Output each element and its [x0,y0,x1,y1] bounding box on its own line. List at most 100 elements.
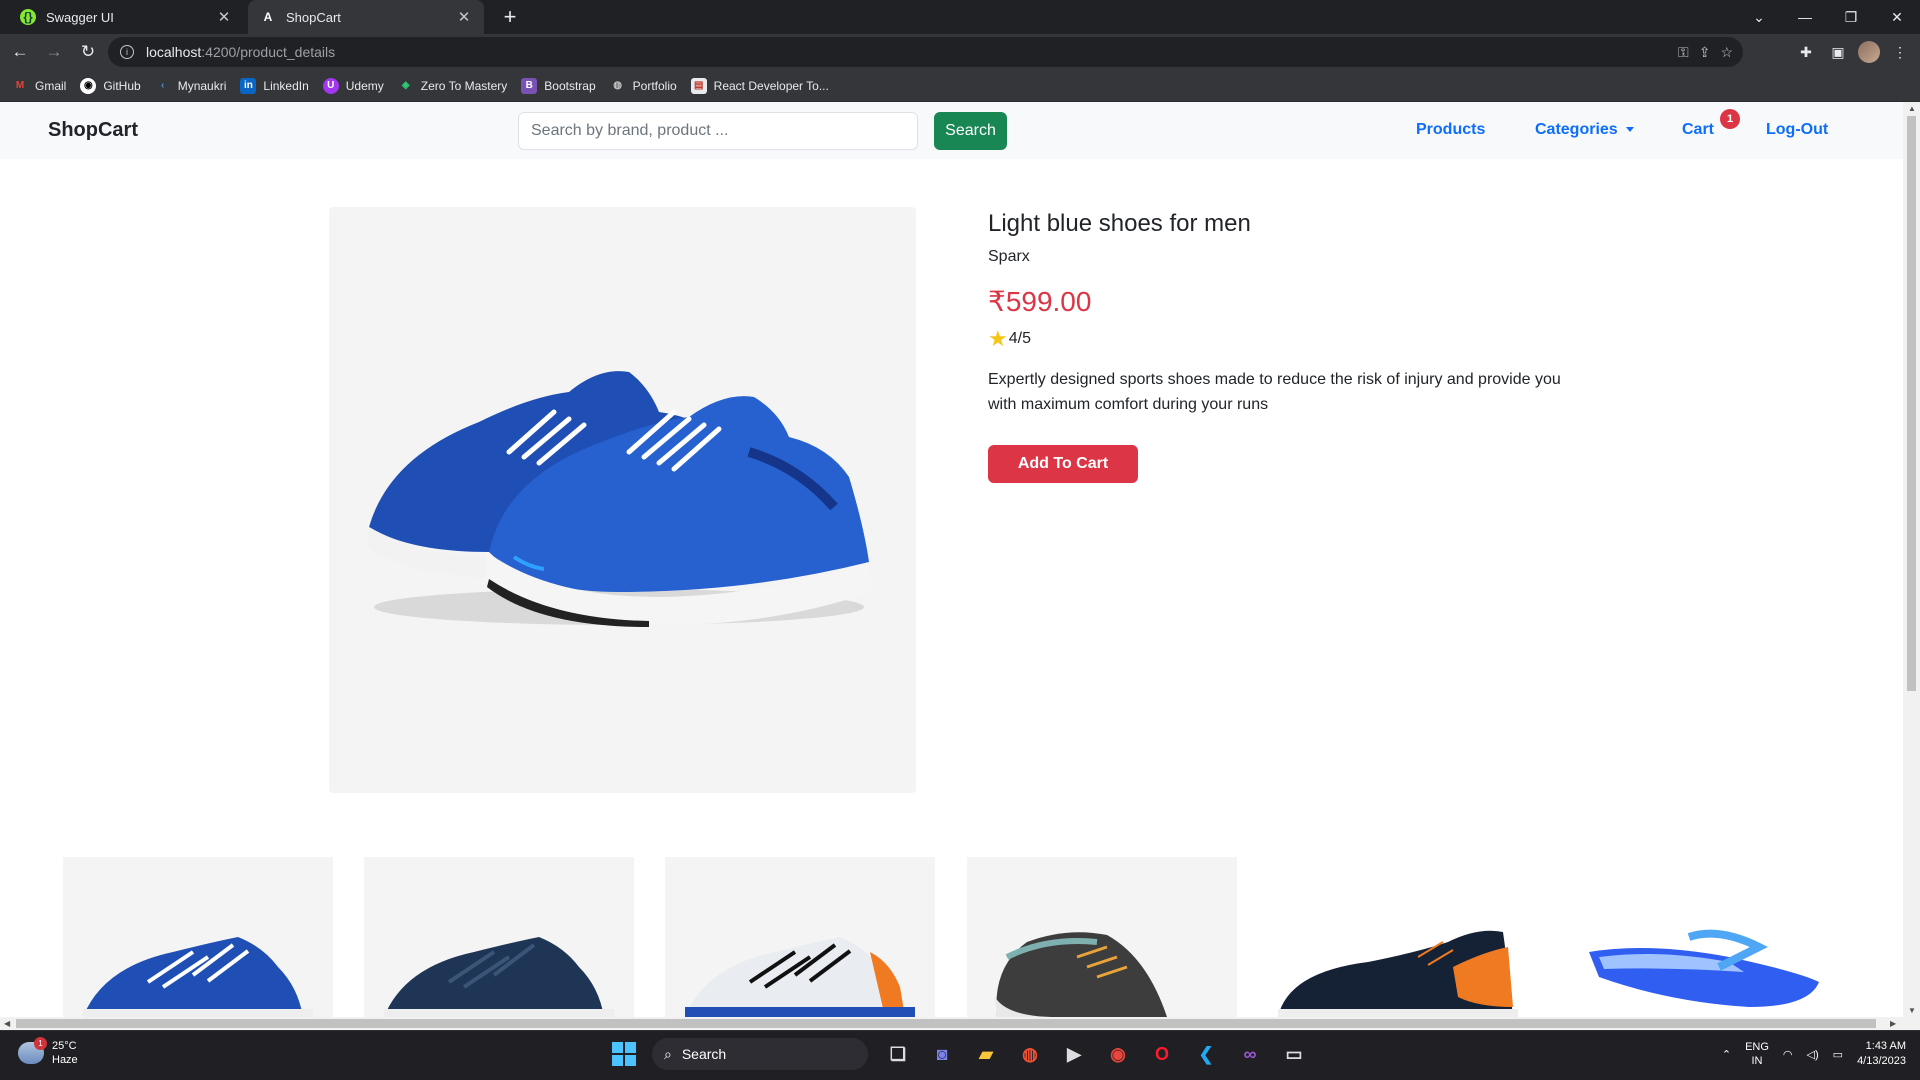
url-host: localhost [146,44,202,60]
product-brand: Sparx [988,248,1030,265]
visual-studio-icon[interactable]: ∞ [1236,1040,1264,1068]
react-icon: ▤ [690,77,707,94]
info-icon[interactable]: i [120,45,134,59]
scroll-right-icon[interactable]: ▶ [1890,1019,1896,1028]
related-product-card[interactable] [1268,857,1538,1017]
blue-running-shoes-image [83,937,313,1017]
globe-icon: ◍ [613,80,622,91]
related-product-card[interactable] [364,857,634,1017]
chrome-icon[interactable]: ◉ [1104,1040,1132,1068]
related-product-card[interactable] [63,857,333,1017]
tab-swagger-ui[interactable]: {} Swagger UI ✕ [8,0,244,34]
bookmark-star-icon[interactable]: ☆ [1720,44,1733,61]
search-button[interactable]: Search [934,112,1007,150]
related-product-card[interactable] [967,857,1237,1017]
taskbar-apps: ⌕ Search ❏ ◙ ▰ ◍ ▶ ◉ O ❮ ∞ ▭ [612,1038,1308,1070]
back-button[interactable]: ← [6,38,34,66]
new-tab-button[interactable]: + [498,4,522,30]
volume-icon[interactable]: ◁) [1807,1048,1819,1061]
clock[interactable]: 1:43 AM 4/13/2023 [1857,1039,1906,1069]
git-icon[interactable]: ◍ [1016,1040,1044,1068]
system-tray: ⌃ ENG IN ◠ ◁) ▭ 1:43 AM 4/13/2023 [1722,1039,1906,1069]
nav-categories-dropdown[interactable]: Categories [1535,121,1634,139]
product-title: Light blue shoes for men [988,210,1251,237]
search-input[interactable] [518,112,918,150]
bookmark-github[interactable]: ◉ GitHub [80,77,141,94]
windows-taskbar: 1 25°C Haze ⌕ Search ❏ ◙ ▰ ◍ ▶ ◉ O ❮ ∞ ▭… [0,1030,1920,1080]
weather-temp: 25°C [52,1040,77,1052]
swagger-icon: {} [20,9,36,25]
close-window-button[interactable]: ✕ [1874,0,1920,34]
tab-title: Swagger UI [46,9,114,25]
bookmark-gmail[interactable]: M Gmail [12,78,67,94]
minimize-button[interactable]: — [1782,0,1828,34]
menu-icon[interactable]: ⋮ [1888,40,1912,64]
star-icon: ★ [988,326,1008,351]
input-language[interactable]: ENG IN [1745,1040,1769,1068]
weather-widget[interactable]: 1 25°C Haze [18,1037,78,1067]
site-brand[interactable]: ShopCart [48,119,138,142]
github-icon: ◉ [80,77,97,94]
clock-time: 1:43 AM [1865,1040,1906,1052]
bookmark-bootstrap[interactable]: B Bootstrap [521,77,596,94]
udemy-icon: U [322,77,339,94]
side-panel-icon[interactable]: ▣ [1826,40,1850,64]
related-product-card[interactable] [1569,857,1839,1017]
bookmark-linkedin[interactable]: in LinkedIn [240,77,309,94]
bookmark-mynaukri[interactable]: ‹ Mynaukri [155,78,226,94]
scroll-down-icon[interactable]: ▼ [1908,1006,1916,1015]
bookmark-udemy[interactable]: U Udemy [322,77,384,94]
opera-icon[interactable]: O [1148,1040,1176,1068]
key-icon[interactable]: ⚿ [1678,44,1689,61]
bookmark-portfolio[interactable]: ◍ Portfolio [610,78,676,94]
scroll-left-icon[interactable]: ◀ [4,1019,10,1028]
terminal-icon[interactable]: ▭ [1280,1040,1308,1068]
bookmark-react-developer-tools[interactable]: ▤ React Developer To... [690,77,829,94]
taskbar-search-label: Search [681,1046,727,1062]
tab-shopcart[interactable]: A ShopCart ✕ [248,0,484,34]
chevron-up-icon[interactable]: ⌃ [1722,1048,1731,1061]
teams-chat-icon[interactable]: ◙ [928,1040,956,1068]
angular-icon: A [263,10,273,24]
product-rating: ★ 4/5 [988,326,1031,352]
media-player-icon[interactable]: ▶ [1060,1040,1088,1068]
product-description: Expertly designed sports shoes made to r… [988,371,1561,413]
weather-desc: Haze [52,1054,78,1066]
nav-products-link[interactable]: Products [1416,121,1485,139]
ztm-icon: ◈ [401,80,410,91]
tab-title: ShopCart [286,9,341,25]
bookmark-zero-to-mastery[interactable]: ◈ Zero To Mastery [398,78,507,94]
horizontal-scroll-thumb[interactable] [16,1019,1876,1028]
profile-avatar[interactable] [1858,41,1880,63]
address-bar[interactable]: i localhost:4200/product_details ⚿ ⇪ ☆ [108,37,1743,67]
share-icon[interactable]: ⇪ [1699,44,1711,61]
windows-start-icon[interactable] [612,1042,636,1066]
horizontal-scrollbar[interactable]: ◀ ▶ [0,1017,1903,1030]
toolbar-right: ✚ ▣ ⋮ [1794,38,1912,66]
related-product-card[interactable] [665,857,935,1017]
nav-categories-label: Categories [1535,121,1618,138]
reload-button[interactable]: ↻ [74,38,102,66]
rating-value: 4/5 [1008,330,1031,347]
taskbar-search[interactable]: ⌕ Search [652,1038,868,1070]
navy-running-shoes-image [384,937,614,1017]
vscode-icon[interactable]: ❮ [1192,1040,1220,1068]
scroll-up-icon[interactable]: ▲ [1908,104,1916,113]
extensions-icon[interactable]: ✚ [1794,40,1818,64]
vertical-scrollbar[interactable]: ▲ ▼ [1903,102,1920,1030]
close-icon[interactable]: ✕ [216,8,232,26]
nav-logout-link[interactable]: Log-Out [1766,121,1828,139]
task-view-icon[interactable]: ❏ [884,1040,912,1068]
close-icon[interactable]: ✕ [456,8,472,26]
add-to-cart-button[interactable]: Add To Cart [988,445,1138,483]
wifi-icon[interactable]: ◠ [1783,1048,1793,1061]
nav-cart-link[interactable]: Cart [1682,121,1714,139]
tab-search-icon[interactable]: ⌄ [1736,0,1782,34]
vertical-scroll-thumb[interactable] [1907,116,1916,691]
battery-icon[interactable]: ▭ [1833,1048,1843,1061]
cart-count-badge: 1 [1720,109,1740,129]
forward-button[interactable]: → [40,38,68,66]
file-explorer-icon[interactable]: ▰ [972,1040,1000,1068]
page-viewport: ShopCart Search Products Categories Cart… [0,102,1920,1030]
restore-button[interactable]: ❐ [1828,0,1874,34]
